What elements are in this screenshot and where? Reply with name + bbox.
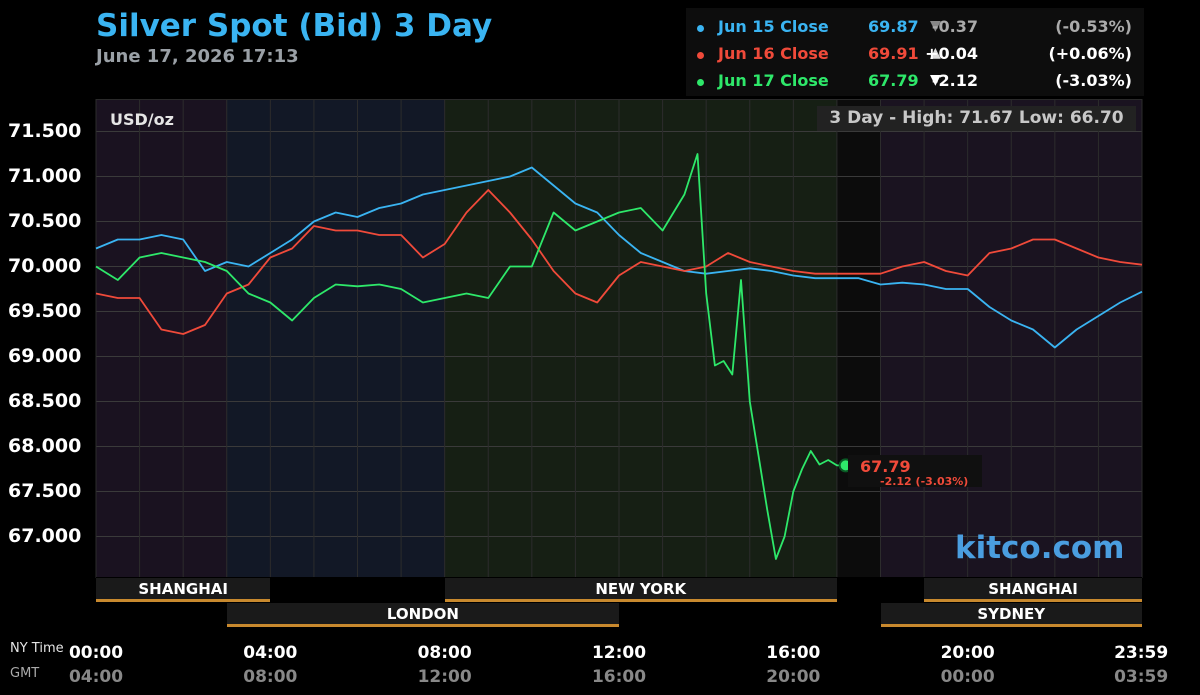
legend-change: +0.04	[925, 44, 978, 63]
y-tick-label: 70.500	[8, 209, 82, 232]
current-point-value: 67.79	[860, 457, 911, 476]
chart-timestamp: June 17, 2026 17:13	[96, 46, 299, 67]
session-bar-sydney: SYDNEY	[880, 603, 1142, 627]
session-bar-new-york: NEW YORK	[444, 578, 837, 602]
chart-title: Silver Spot (Bid) 3 Day	[96, 8, 493, 44]
legend-close: 69.91	[868, 44, 919, 63]
legend-row-jun17: Jun 17 Close 67.79 ▼ -2.12 (-3.03%)	[686, 71, 1144, 97]
x-tick-label-gmt: 03:59	[1114, 667, 1169, 687]
x-tick-label-gmt: 20:00	[766, 667, 821, 687]
y-tick-label: 68.000	[8, 434, 82, 457]
high-low-readout: 3 Day - High: 71.67 Low: 66.70	[817, 106, 1136, 131]
gmt-caption: GMT	[10, 666, 40, 681]
x-tick-label-ny: 08:00	[417, 643, 472, 663]
y-tick-label: 69.000	[8, 344, 82, 367]
x-tick-label-ny: 04:00	[243, 643, 298, 663]
y-tick-label: 67.500	[8, 479, 82, 502]
y-tick-label: 71.500	[8, 119, 82, 142]
legend-dot-icon	[697, 25, 704, 32]
unit-label: USD/oz	[110, 110, 174, 129]
legend-percent: (-3.03%)	[1055, 71, 1132, 90]
legend-name: Jun 16 Close	[718, 44, 829, 63]
closed-shade	[836, 100, 881, 577]
y-tick-label: 68.500	[8, 389, 82, 412]
x-tick-label-ny: 00:00	[68, 643, 124, 663]
current-point-change: -2.12 (-3.03%)	[880, 475, 969, 488]
legend-dot-icon	[697, 79, 704, 86]
newyork-shade	[444, 100, 837, 577]
x-tick-label-ny: 12:00	[591, 643, 647, 663]
kitco-watermark: kitco.com	[955, 530, 1125, 566]
y-tick-label: 71.000	[8, 164, 82, 187]
y-tick-label: 70.000	[8, 254, 82, 277]
y-tick-label: 69.500	[8, 299, 82, 322]
legend-name: Jun 15 Close	[718, 17, 829, 36]
x-tick-label-gmt: 00:00	[940, 667, 995, 687]
x-tick-label-gmt: 12:00	[417, 667, 472, 687]
session-bar-london: LONDON	[226, 603, 619, 627]
y-tick-label: 67.000	[8, 524, 82, 547]
x-tick-label-gmt: 08:00	[243, 667, 298, 687]
legend-box: Jun 15 Close 69.87 ▼ -0.37 (-0.53%) Jun …	[686, 8, 1144, 96]
x-tick-label-gmt: 04:00	[68, 667, 124, 687]
x-tick-label-ny: 23:59	[1114, 643, 1169, 663]
legend-percent: (+0.06%)	[1048, 44, 1132, 63]
legend-close: 67.79	[868, 71, 919, 90]
x-tick-label-ny: 20:00	[940, 643, 995, 663]
legend-row-jun16: Jun 16 Close 69.91 ▲ +0.04 (+0.06%)	[686, 44, 1144, 70]
legend-dot-icon	[697, 52, 704, 59]
x-tick-label-ny: 16:00	[766, 643, 821, 663]
shanghai-shade	[96, 100, 227, 577]
session-bar-shanghai: SHANGHAI	[924, 578, 1142, 602]
legend-change: -2.12	[931, 71, 978, 90]
x-tick-label-gmt: 16:00	[591, 667, 647, 687]
london-shade	[226, 100, 445, 577]
session-bar-shanghai: SHANGHAI	[96, 578, 271, 602]
legend-row-jun15: Jun 15 Close 69.87 ▼ -0.37 (-0.53%)	[686, 17, 1144, 43]
legend-change: -0.37	[931, 17, 978, 36]
legend-close: 69.87	[868, 17, 919, 36]
legend-percent: (-0.53%)	[1055, 17, 1132, 36]
ny-time-caption: NY Time	[10, 641, 64, 656]
legend-name: Jun 17 Close	[718, 71, 829, 90]
